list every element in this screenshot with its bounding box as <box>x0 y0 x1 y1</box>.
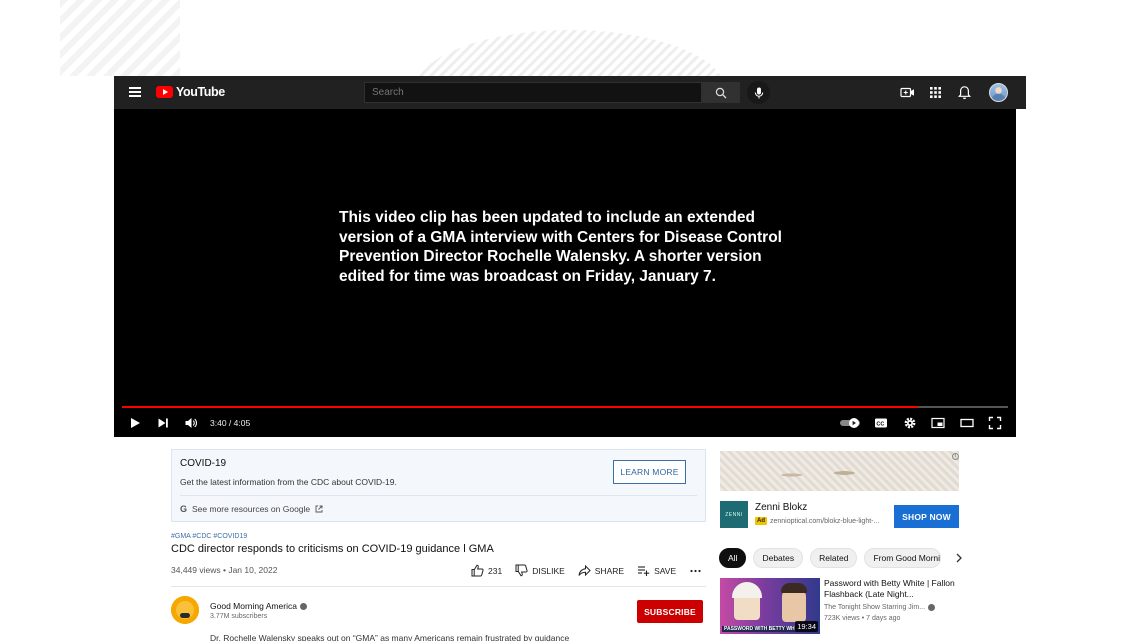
search-button[interactable] <box>702 82 740 103</box>
save-label: SAVE <box>654 565 677 576</box>
ad-url-row: Ad zennioptical.com/blokz-blue-light-... <box>755 517 879 525</box>
shop-now-button[interactable]: SHOP NOW <box>894 505 959 528</box>
chevron-right-icon[interactable] <box>953 552 965 564</box>
progress-bar[interactable] <box>122 406 1008 408</box>
overlay-line: version of a GMA interview with Centers … <box>339 228 782 246</box>
search-input[interactable] <box>364 82 702 103</box>
miniplayer-icon[interactable] <box>931 416 945 430</box>
google-g-icon: G <box>180 504 188 514</box>
account-avatar[interactable] <box>989 83 1008 102</box>
overlay-line: This video clip has been updated to incl… <box>339 209 755 226</box>
recommended-video-title[interactable]: Password with Betty White | Fallon Flash… <box>824 578 959 600</box>
progress-bar-played <box>122 406 918 408</box>
top-bar: YouTube <box>114 76 1026 109</box>
next-video-icon[interactable] <box>156 416 170 430</box>
video-title: CDC director responds to criticisms on C… <box>171 543 494 555</box>
notifications-bell-icon[interactable] <box>957 85 972 100</box>
player-controls: 3:40 / 4:05 CC <box>114 412 1016 434</box>
recommended-channel-row[interactable]: The Tonight Show Starring Jim... <box>824 604 936 611</box>
decorative-stripes <box>60 0 180 76</box>
svg-text:CC: CC <box>876 422 884 428</box>
subscriber-count: 3.77M subscribers <box>210 613 268 620</box>
youtube-window: YouTube This video clip has been updated… <box>114 76 1026 641</box>
info-panel-divider <box>180 495 697 496</box>
chip-from-good-morning[interactable]: From Good Morni <box>864 548 942 568</box>
section-divider <box>171 586 706 587</box>
thumbnail-hair-left <box>732 582 762 598</box>
video-overlay-text: This video clip has been updated to incl… <box>339 208 809 287</box>
captions-icon[interactable]: CC <box>874 416 888 430</box>
dislike-label: DISLIKE <box>532 565 565 576</box>
thumbnail-caption: PASSWORD WITH BETTY WH <box>722 626 797 632</box>
play-icon[interactable] <box>128 416 142 430</box>
resources-link-text: See more resources on Google <box>192 504 311 514</box>
search-icon <box>715 87 727 98</box>
ad-banner-image[interactable] <box>720 451 959 491</box>
recommended-channel-name: The Tonight Show Starring Jim... <box>824 604 926 611</box>
info-panel-description: Get the latest information from the CDC … <box>180 477 397 487</box>
time-display: 3:40 / 4:05 <box>210 418 251 428</box>
ad-badge: Ad <box>755 517 767 525</box>
external-link-icon <box>315 505 323 513</box>
ad-info-icon[interactable]: i <box>952 453 959 460</box>
settings-gear-icon[interactable] <box>903 416 917 430</box>
info-panel-title: COVID-19 <box>180 458 227 469</box>
verified-check-icon <box>299 602 307 610</box>
gma-logo-icon <box>171 596 199 624</box>
subscribe-button[interactable]: SUBSCRIBE <box>637 600 703 623</box>
overlay-line: edited for time was broadcast on Friday,… <box>339 268 716 286</box>
more-actions-icon[interactable] <box>689 564 702 577</box>
add-to-playlist-icon <box>638 566 650 576</box>
ad-title[interactable]: Zenni Blokz <box>755 502 807 513</box>
chip-related[interactable]: Related <box>810 548 858 568</box>
create-video-icon[interactable] <box>900 85 915 100</box>
logo-text: YouTube <box>176 85 225 99</box>
google-resources-link[interactable]: G See more resources on Google <box>180 504 323 514</box>
thumbs-down-icon <box>515 564 528 577</box>
recommendation-filter-chips: All Debates Related From Good Morni <box>719 548 965 568</box>
theater-mode-icon[interactable] <box>960 416 974 430</box>
microphone-icon <box>754 87 763 98</box>
apps-grid-icon[interactable] <box>928 85 943 100</box>
ad-brand-logo[interactable]: ZENNI <box>720 501 748 528</box>
covid-info-panel: COVID-19 Get the latest information from… <box>171 449 706 522</box>
thumbnail-hair-right <box>781 583 807 593</box>
share-arrow-icon <box>578 564 591 577</box>
video-duration: 19:34 <box>795 621 818 632</box>
fullscreen-icon[interactable] <box>988 416 1002 430</box>
verified-check-icon <box>928 604 936 611</box>
recommended-video-thumbnail[interactable]: PASSWORD WITH BETTY WH 19:34 <box>720 578 820 634</box>
ad-url: zennioptical.com/blokz-blue-light-... <box>770 517 880 525</box>
video-description: Dr. Rochelle Walensky speaks out on “GMA… <box>210 633 570 641</box>
recommended-video-meta: 723K views • 7 days ago <box>824 615 901 622</box>
video-views-date: 34,449 views • Jan 10, 2022 <box>171 565 278 575</box>
channel-name-row[interactable]: Good Morning America <box>210 601 307 611</box>
chip-debates[interactable]: Debates <box>753 548 804 568</box>
hamburger-menu-icon[interactable] <box>129 87 141 97</box>
volume-icon[interactable] <box>184 416 198 430</box>
youtube-play-logo-icon <box>156 86 173 98</box>
save-button[interactable]: SAVE <box>637 564 676 577</box>
dislike-button[interactable]: DISLIKE <box>515 564 565 577</box>
voice-search-button[interactable] <box>747 81 770 104</box>
overlay-line: Prevention Director Rochelle Walensky. A… <box>339 248 762 266</box>
share-button[interactable]: SHARE <box>578 564 624 577</box>
channel-name: Good Morning America <box>210 601 297 611</box>
autoplay-toggle-icon[interactable] <box>839 416 863 430</box>
thumbs-up-icon <box>471 564 484 577</box>
learn-more-button[interactable]: LEARN MORE <box>613 460 686 484</box>
channel-avatar[interactable] <box>171 596 199 624</box>
like-button[interactable]: 231 <box>471 564 502 577</box>
video-actions: 231 DISLIKE SHARE SAVE <box>471 564 702 577</box>
youtube-logo[interactable]: YouTube <box>156 85 225 99</box>
share-label: SHARE <box>594 565 625 576</box>
chip-all[interactable]: All <box>719 548 747 568</box>
video-player[interactable]: This video clip has been updated to incl… <box>114 109 1016 437</box>
video-hashtags[interactable]: #GMA #CDC #COVID19 <box>171 533 247 540</box>
like-count: 231 <box>488 565 503 576</box>
